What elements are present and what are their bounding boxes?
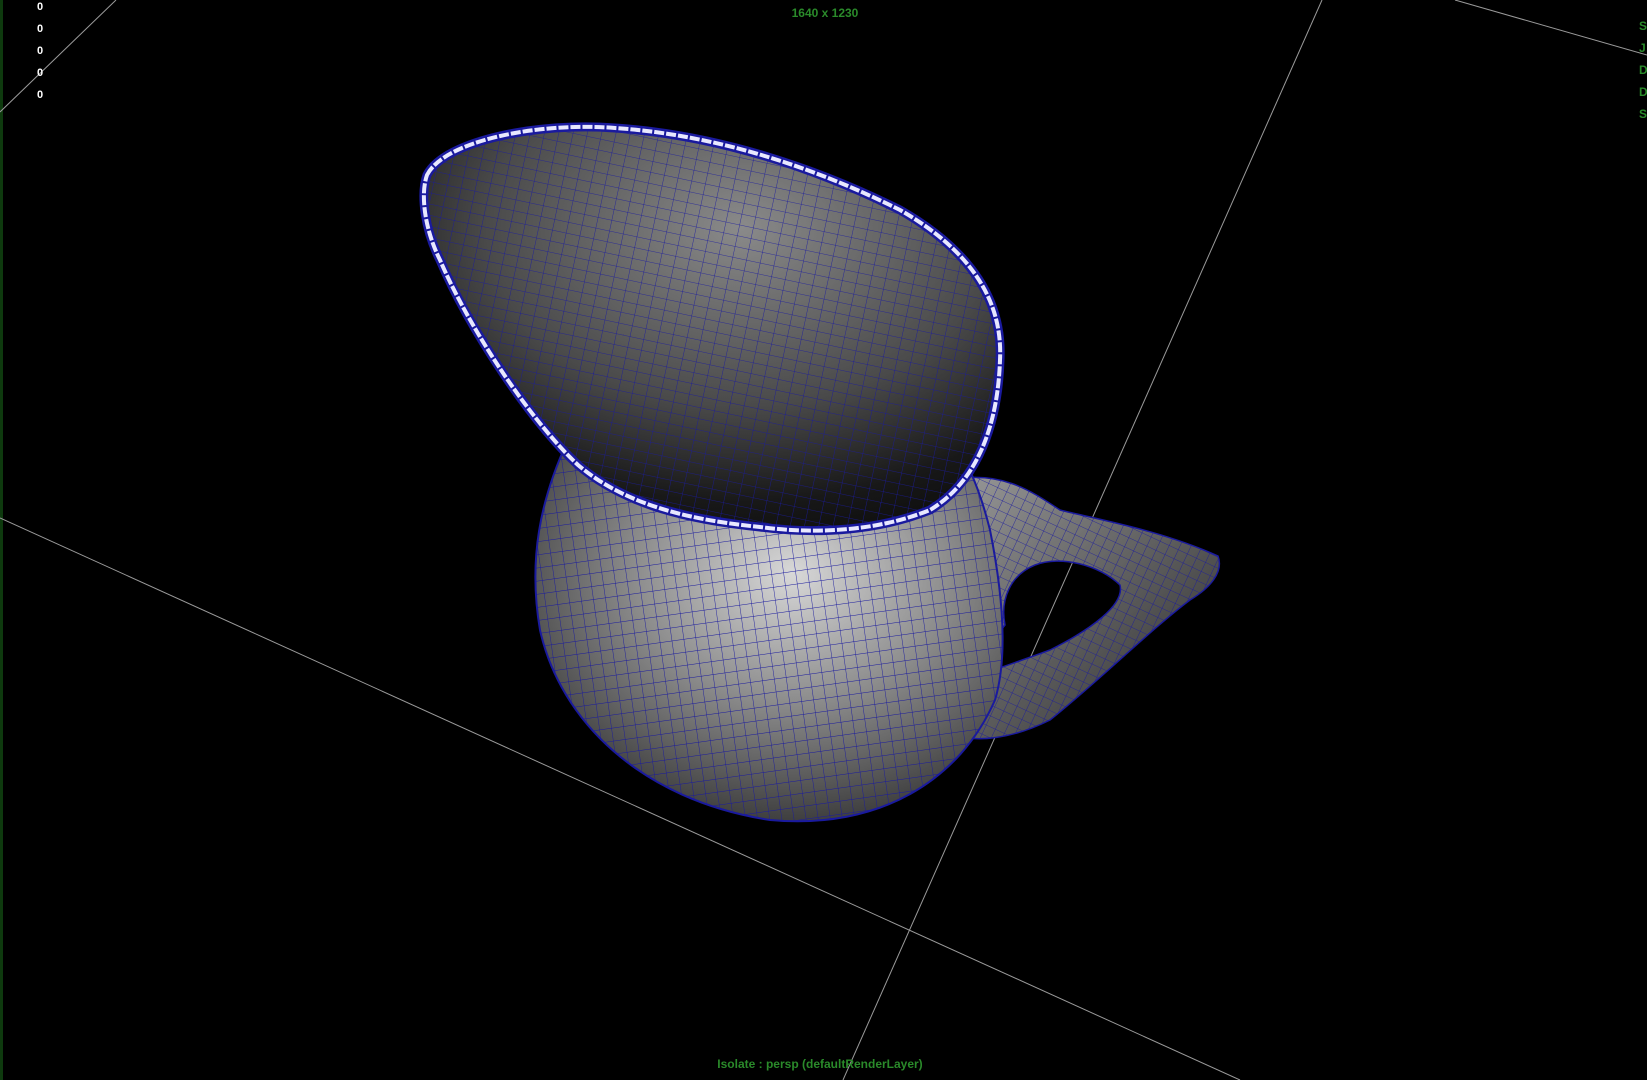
viewport-scene[interactable] [0,0,1647,1080]
hud-counter: 0 [37,23,44,35]
pitcher-interior[interactable] [422,125,1002,532]
hud-right-text: S [1639,19,1647,33]
hud-right-column: S J D D S [1639,18,1647,128]
isolate-camera-label: Isolate : persp (defaultRenderLayer) [717,1057,923,1071]
hud-poly-counters: 0 0 0 0 0 [37,0,67,110]
hud-counter: 0 [37,1,44,13]
hud-counter: 0 [37,89,44,101]
hud-counter: 0 [37,67,44,79]
hud-right-text: S [1639,107,1647,121]
grid-line [1454,0,1647,56]
hud-right-text: J [1639,41,1646,55]
resolution-gate-label: 1640 x 1230 [791,6,859,20]
hud-right-text: D [1639,85,1647,99]
hud-right-text: D [1639,63,1647,77]
persp-viewport[interactable]: 0 0 0 0 0 1640 x 1230 S J D D S Isolate … [0,0,1647,1080]
hud-counter: 0 [37,45,44,57]
